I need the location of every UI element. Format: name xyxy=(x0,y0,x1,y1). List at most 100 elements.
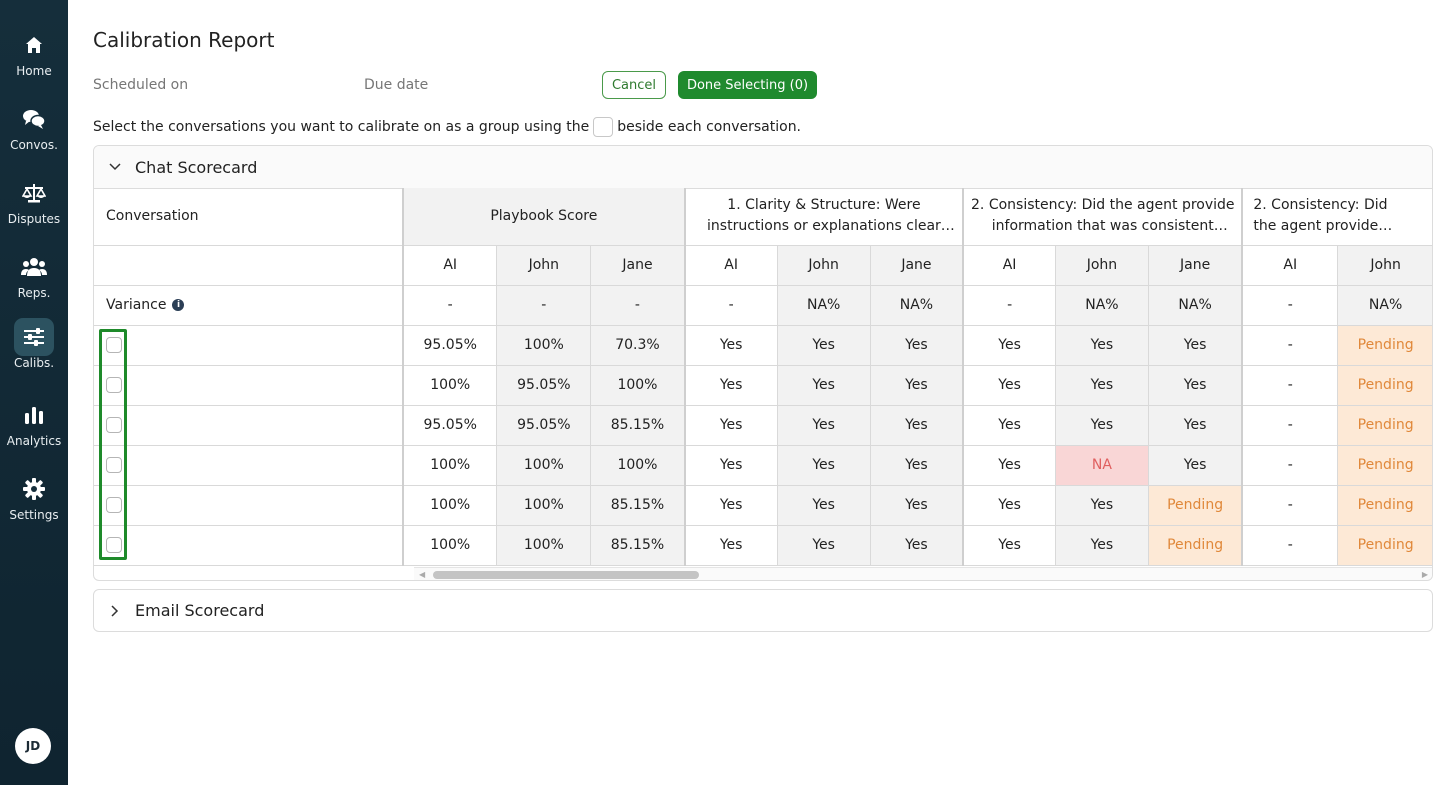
nav-home[interactable]: Home xyxy=(0,26,68,96)
score-cell: Yes xyxy=(776,404,871,446)
score-cell: Yes xyxy=(962,484,1057,526)
score-cell: Yes xyxy=(683,364,778,406)
score-cell: Yes xyxy=(683,444,778,486)
score-cell: 100% xyxy=(402,444,498,486)
score-cell: 70.3% xyxy=(590,324,686,366)
scrollbar-thumb[interactable] xyxy=(433,571,699,579)
page-title: Calibration Report xyxy=(93,28,275,52)
score-cell: Pending xyxy=(1337,444,1432,486)
score-table: Conversation Playbook Score 1. Clarity &… xyxy=(94,188,1432,566)
cancel-button[interactable]: Cancel xyxy=(602,71,666,99)
sliders-icon xyxy=(14,318,54,356)
group-header-clarity-text: 1. Clarity & Structure: Were instruction… xyxy=(707,197,941,235)
score-cell: - xyxy=(1241,364,1339,406)
table-row: 100% 95.05% 100% Yes Yes Yes Yes Yes Yes - Pending xyxy=(94,364,1432,406)
horizontal-scrollbar[interactable]: ◀ ▶ xyxy=(414,567,1432,580)
subheader-cell: Jane xyxy=(1147,244,1243,286)
table-row: 100% 100% 85.15% Yes Yes Yes Yes Yes Pending - Pen… xyxy=(94,524,1432,566)
conversation-cell xyxy=(94,484,405,526)
conversation-checkbox[interactable] xyxy=(106,457,122,473)
conversation-cell xyxy=(94,324,405,366)
nav-settings[interactable]: Settings xyxy=(0,470,68,540)
score-cell: Yes xyxy=(962,524,1057,566)
variance-cell: - xyxy=(496,284,592,326)
group-header-consistency-text: 2. Consistency: Did the agent provide in… xyxy=(971,197,1235,235)
conversation-checkbox[interactable] xyxy=(106,377,122,393)
nav-label-home: Home xyxy=(16,64,52,78)
conversation-checkbox[interactable] xyxy=(106,537,122,553)
done-selecting-button[interactable]: Done Selecting (0) xyxy=(678,71,817,99)
variance-label-cell: Variance i xyxy=(94,284,405,326)
group-header-clarity: 1. Clarity & Structure: Were instruction… xyxy=(683,188,964,246)
score-cell: Pending xyxy=(1337,404,1432,446)
score-cell: Yes xyxy=(869,484,964,526)
table-row: 95.05% 100% 70.3% Yes Yes Yes Yes Yes Yes - Pendin… xyxy=(94,324,1432,366)
score-cell: 100% xyxy=(496,484,592,526)
avatar[interactable]: JD xyxy=(15,728,51,764)
score-cell: Yes xyxy=(962,444,1057,486)
subheader-cell: AI xyxy=(1241,244,1339,286)
score-cell: Pending xyxy=(1337,484,1432,526)
score-cell: Yes xyxy=(869,324,964,366)
instructions: Select the conversations you want to cal… xyxy=(93,117,801,137)
chat-scorecard-card: Chat Scorecard Conversation Playbook Sco… xyxy=(93,145,1433,581)
chevron-right-icon xyxy=(108,604,122,618)
score-cell: 100% xyxy=(590,444,686,486)
subheader-cell: AI xyxy=(962,244,1057,286)
nav-reps[interactable]: Reps. xyxy=(0,248,68,318)
score-cell: Yes xyxy=(776,444,871,486)
variance-cell: - xyxy=(962,284,1057,326)
nav-disputes[interactable]: Disputes xyxy=(0,174,68,244)
chat-scorecard-header[interactable]: Chat Scorecard xyxy=(94,146,1432,189)
table-row: 100% 100% 100% Yes Yes Yes Yes NA Yes - Pending xyxy=(94,444,1432,486)
group-header-playbook-score: Playbook Score xyxy=(402,188,686,246)
score-cell: Yes xyxy=(869,444,964,486)
variance-row: Variance i - - - - NA% NA% - NA% NA% - NA% xyxy=(94,284,1432,326)
score-cell: Pending xyxy=(1337,364,1432,406)
people-icon xyxy=(14,248,54,286)
score-cell: Pending xyxy=(1337,324,1432,366)
score-cell: - xyxy=(1241,444,1339,486)
variance-cell: NA% xyxy=(1337,284,1432,326)
scroll-right-icon[interactable]: ▶ xyxy=(1422,570,1428,579)
scroll-left-icon[interactable]: ◀ xyxy=(419,570,425,579)
conversation-cell xyxy=(94,404,405,446)
score-cell: NA xyxy=(1055,444,1149,486)
score-cell: Yes xyxy=(1055,404,1149,446)
nav-calibs[interactable]: Calibs. xyxy=(0,318,68,388)
score-cell: Yes xyxy=(869,364,964,406)
conversation-checkbox[interactable] xyxy=(106,417,122,433)
scales-icon xyxy=(14,174,54,212)
email-scorecard-title: Email Scorecard xyxy=(135,601,265,620)
email-scorecard-card[interactable]: Email Scorecard xyxy=(93,589,1433,632)
score-cell: 95.05% xyxy=(496,364,592,406)
variance-cell: - xyxy=(1241,284,1339,326)
table-row: 95.05% 95.05% 85.15% Yes Yes Yes Yes Yes Yes - Pen… xyxy=(94,404,1432,446)
subheader-row: AI John Jane AI John Jane AI John Jane AI John xyxy=(94,244,1432,286)
nav-analytics[interactable]: Analytics xyxy=(0,396,68,466)
score-cell: Yes xyxy=(962,364,1057,406)
subheader-cell: John xyxy=(496,244,592,286)
score-cell: Yes xyxy=(1147,444,1243,486)
group-header-consistency-2-text: 2. Consistency: Did the agent provide co… xyxy=(1253,197,1388,235)
variance-cell: NA% xyxy=(1055,284,1149,326)
score-cell: 85.15% xyxy=(590,524,686,566)
variance-cell: NA% xyxy=(776,284,871,326)
score-cell: 95.05% xyxy=(496,404,592,446)
info-icon[interactable]: i xyxy=(172,299,185,311)
nav-convos[interactable]: Convos. xyxy=(0,100,68,170)
instruction-text-before: Select the conversations you want to cal… xyxy=(93,119,590,135)
nav-label-analytics: Analytics xyxy=(6,434,62,448)
conversation-checkbox[interactable] xyxy=(106,497,122,513)
score-cell: 100% xyxy=(402,524,498,566)
nav-label-reps: Reps. xyxy=(17,286,51,300)
conversation-checkbox[interactable] xyxy=(106,337,122,353)
score-cell: 100% xyxy=(496,444,592,486)
nav-label-convos: Convos. xyxy=(10,138,58,152)
chat-bubbles-icon xyxy=(14,100,54,138)
score-cell: - xyxy=(1241,484,1339,526)
home-icon xyxy=(14,26,54,64)
table-row: 100% 100% 85.15% Yes Yes Yes Yes Yes Pending - Pen… xyxy=(94,484,1432,526)
score-cell: Yes xyxy=(683,324,778,366)
score-table-wrapper: Conversation Playbook Score 1. Clarity &… xyxy=(94,188,1432,566)
